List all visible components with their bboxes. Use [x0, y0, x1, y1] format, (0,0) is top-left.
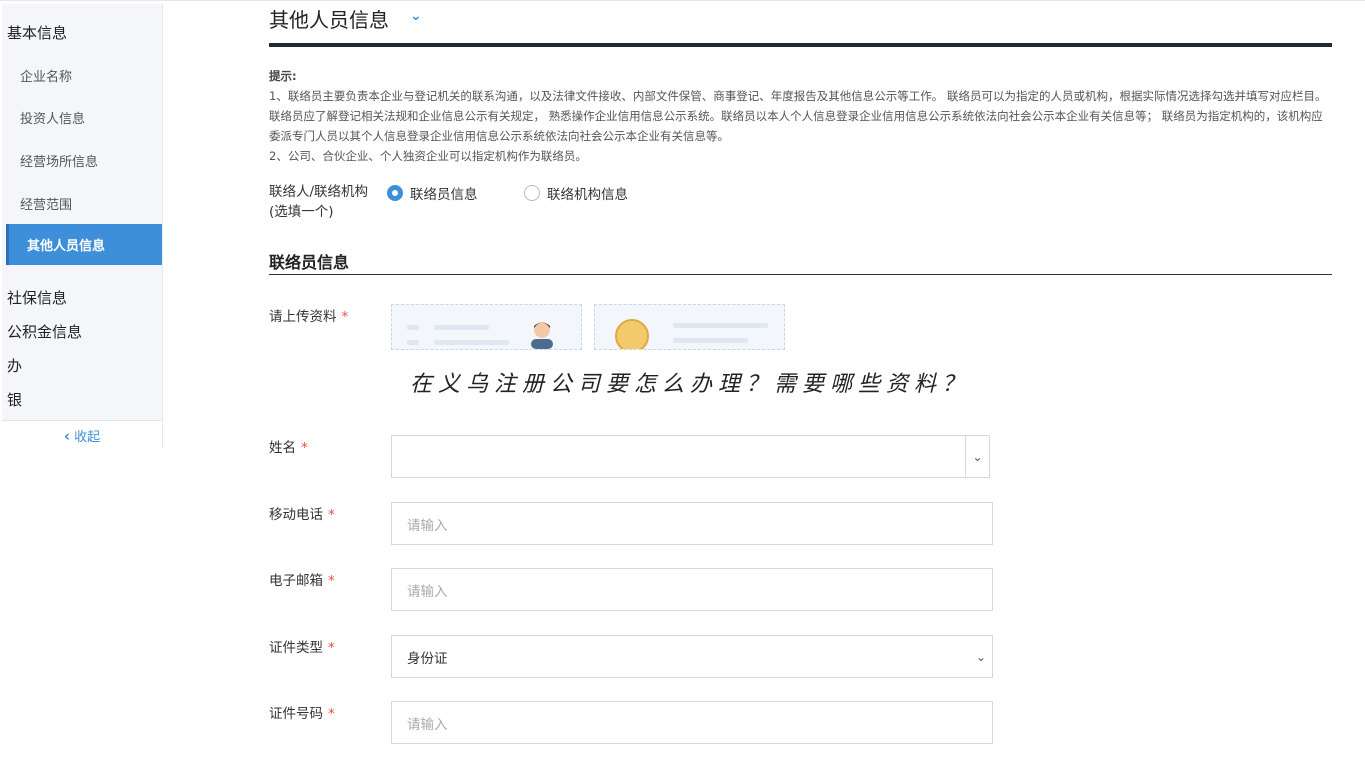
- mobile-label: 移动电话 *: [269, 507, 335, 523]
- name-input[interactable]: ⌄: [391, 435, 990, 478]
- collapse-label: 收起: [74, 430, 101, 445]
- sidebar-item-business-scope[interactable]: 经营范围: [20, 194, 72, 213]
- contact-type-label-line1: 联络人/联络机构: [269, 184, 369, 200]
- card-line: [673, 323, 768, 328]
- sidebar-item-investor[interactable]: 投资人信息: [20, 108, 85, 127]
- sidebar-section-housing-fund[interactable]: 公积金信息: [7, 321, 82, 342]
- mobile-placeholder: 请输入: [407, 517, 448, 534]
- radio-contact-person[interactable]: 联络员信息: [387, 183, 478, 203]
- section-title-contact: 联络员信息: [269, 253, 350, 272]
- email-label: 电子邮箱 *: [269, 573, 335, 589]
- radio-checked-icon: [387, 185, 403, 201]
- sidebar-item-business-premises[interactable]: 经营场所信息: [20, 151, 98, 170]
- chevron-left-icon: ‹: [63, 426, 71, 445]
- radio-contact-org-label: 联络机构信息: [547, 187, 628, 203]
- sidebar-nav: 基本信息 企业名称 投资人信息 经营场所信息 经营范围 其他人员信息 社保信息 …: [2, 4, 163, 450]
- sidebar-collapse-button[interactable]: ‹ 收起: [2, 420, 162, 450]
- card-line: [434, 340, 509, 345]
- overlay-caption: 在义乌注册公司要怎么办理？需要哪些资料？: [410, 372, 971, 397]
- id-photo-icon: [531, 322, 553, 349]
- card-line: [407, 340, 419, 345]
- sidebar-section-truncated-yin[interactable]: 银: [7, 389, 22, 410]
- chevron-down-icon[interactable]: ⌄: [965, 436, 989, 477]
- sidebar-item-other-personnel[interactable]: 其他人员信息: [6, 224, 162, 265]
- tip-text-2: 2、公司、合伙企业、个人独资企业可以指定机构作为联络员。: [269, 149, 587, 163]
- title-divider: [269, 43, 1332, 47]
- radio-contact-person-label: 联络员信息: [410, 187, 478, 203]
- id-number-input[interactable]: 请输入: [391, 701, 993, 744]
- contact-type-label-line2: (选填一个): [269, 204, 334, 220]
- name-label: 姓名 *: [269, 440, 308, 456]
- email-input[interactable]: 请输入: [391, 568, 993, 611]
- tip-block: 提示: 1、联络员主要负责本企业与登记机关的联系沟通，以及法律文件接收、内部文件…: [269, 66, 1334, 166]
- section-divider: [269, 274, 1332, 275]
- radio-contact-org[interactable]: 联络机构信息: [524, 183, 628, 203]
- double-chevron-down-icon[interactable]: ⌄: [410, 8, 422, 24]
- id-number-label: 证件号码 *: [269, 706, 335, 722]
- tip-title: 提示:: [269, 69, 297, 83]
- card-line: [434, 325, 489, 330]
- sidebar-section-basic[interactable]: 基本信息: [7, 22, 67, 43]
- contact-type-label: 联络人/联络机构 (选填一个): [269, 182, 368, 222]
- card-line: [673, 338, 748, 343]
- id-number-placeholder: 请输入: [407, 716, 448, 733]
- sidebar-item-company-name[interactable]: 企业名称: [20, 66, 72, 85]
- sidebar-section-truncated-ban[interactable]: 办: [7, 355, 22, 376]
- id-type-select[interactable]: 身份证 ⌄: [391, 635, 993, 678]
- radio-unchecked-icon: [524, 185, 540, 201]
- chevron-down-icon: ⌄: [975, 649, 987, 664]
- mobile-input[interactable]: 请输入: [391, 502, 993, 545]
- id-type-label: 证件类型 *: [269, 640, 335, 656]
- top-border: [0, 0, 1365, 4]
- national-emblem-icon: [615, 319, 649, 349]
- upload-id-front[interactable]: [391, 304, 582, 350]
- upload-label: 请上传资料 *: [269, 309, 349, 325]
- sidebar-section-social-insurance[interactable]: 社保信息: [7, 287, 67, 308]
- email-placeholder: 请输入: [407, 583, 448, 600]
- id-type-value: 身份证: [407, 650, 448, 667]
- tip-text-1: 1、联络员主要负责本企业与登记机关的联系沟通，以及法律文件接收、内部文件保管、商…: [269, 89, 1327, 143]
- card-line: [407, 325, 419, 330]
- page-title: 其他人员信息: [269, 8, 389, 32]
- upload-id-back[interactable]: [594, 304, 785, 350]
